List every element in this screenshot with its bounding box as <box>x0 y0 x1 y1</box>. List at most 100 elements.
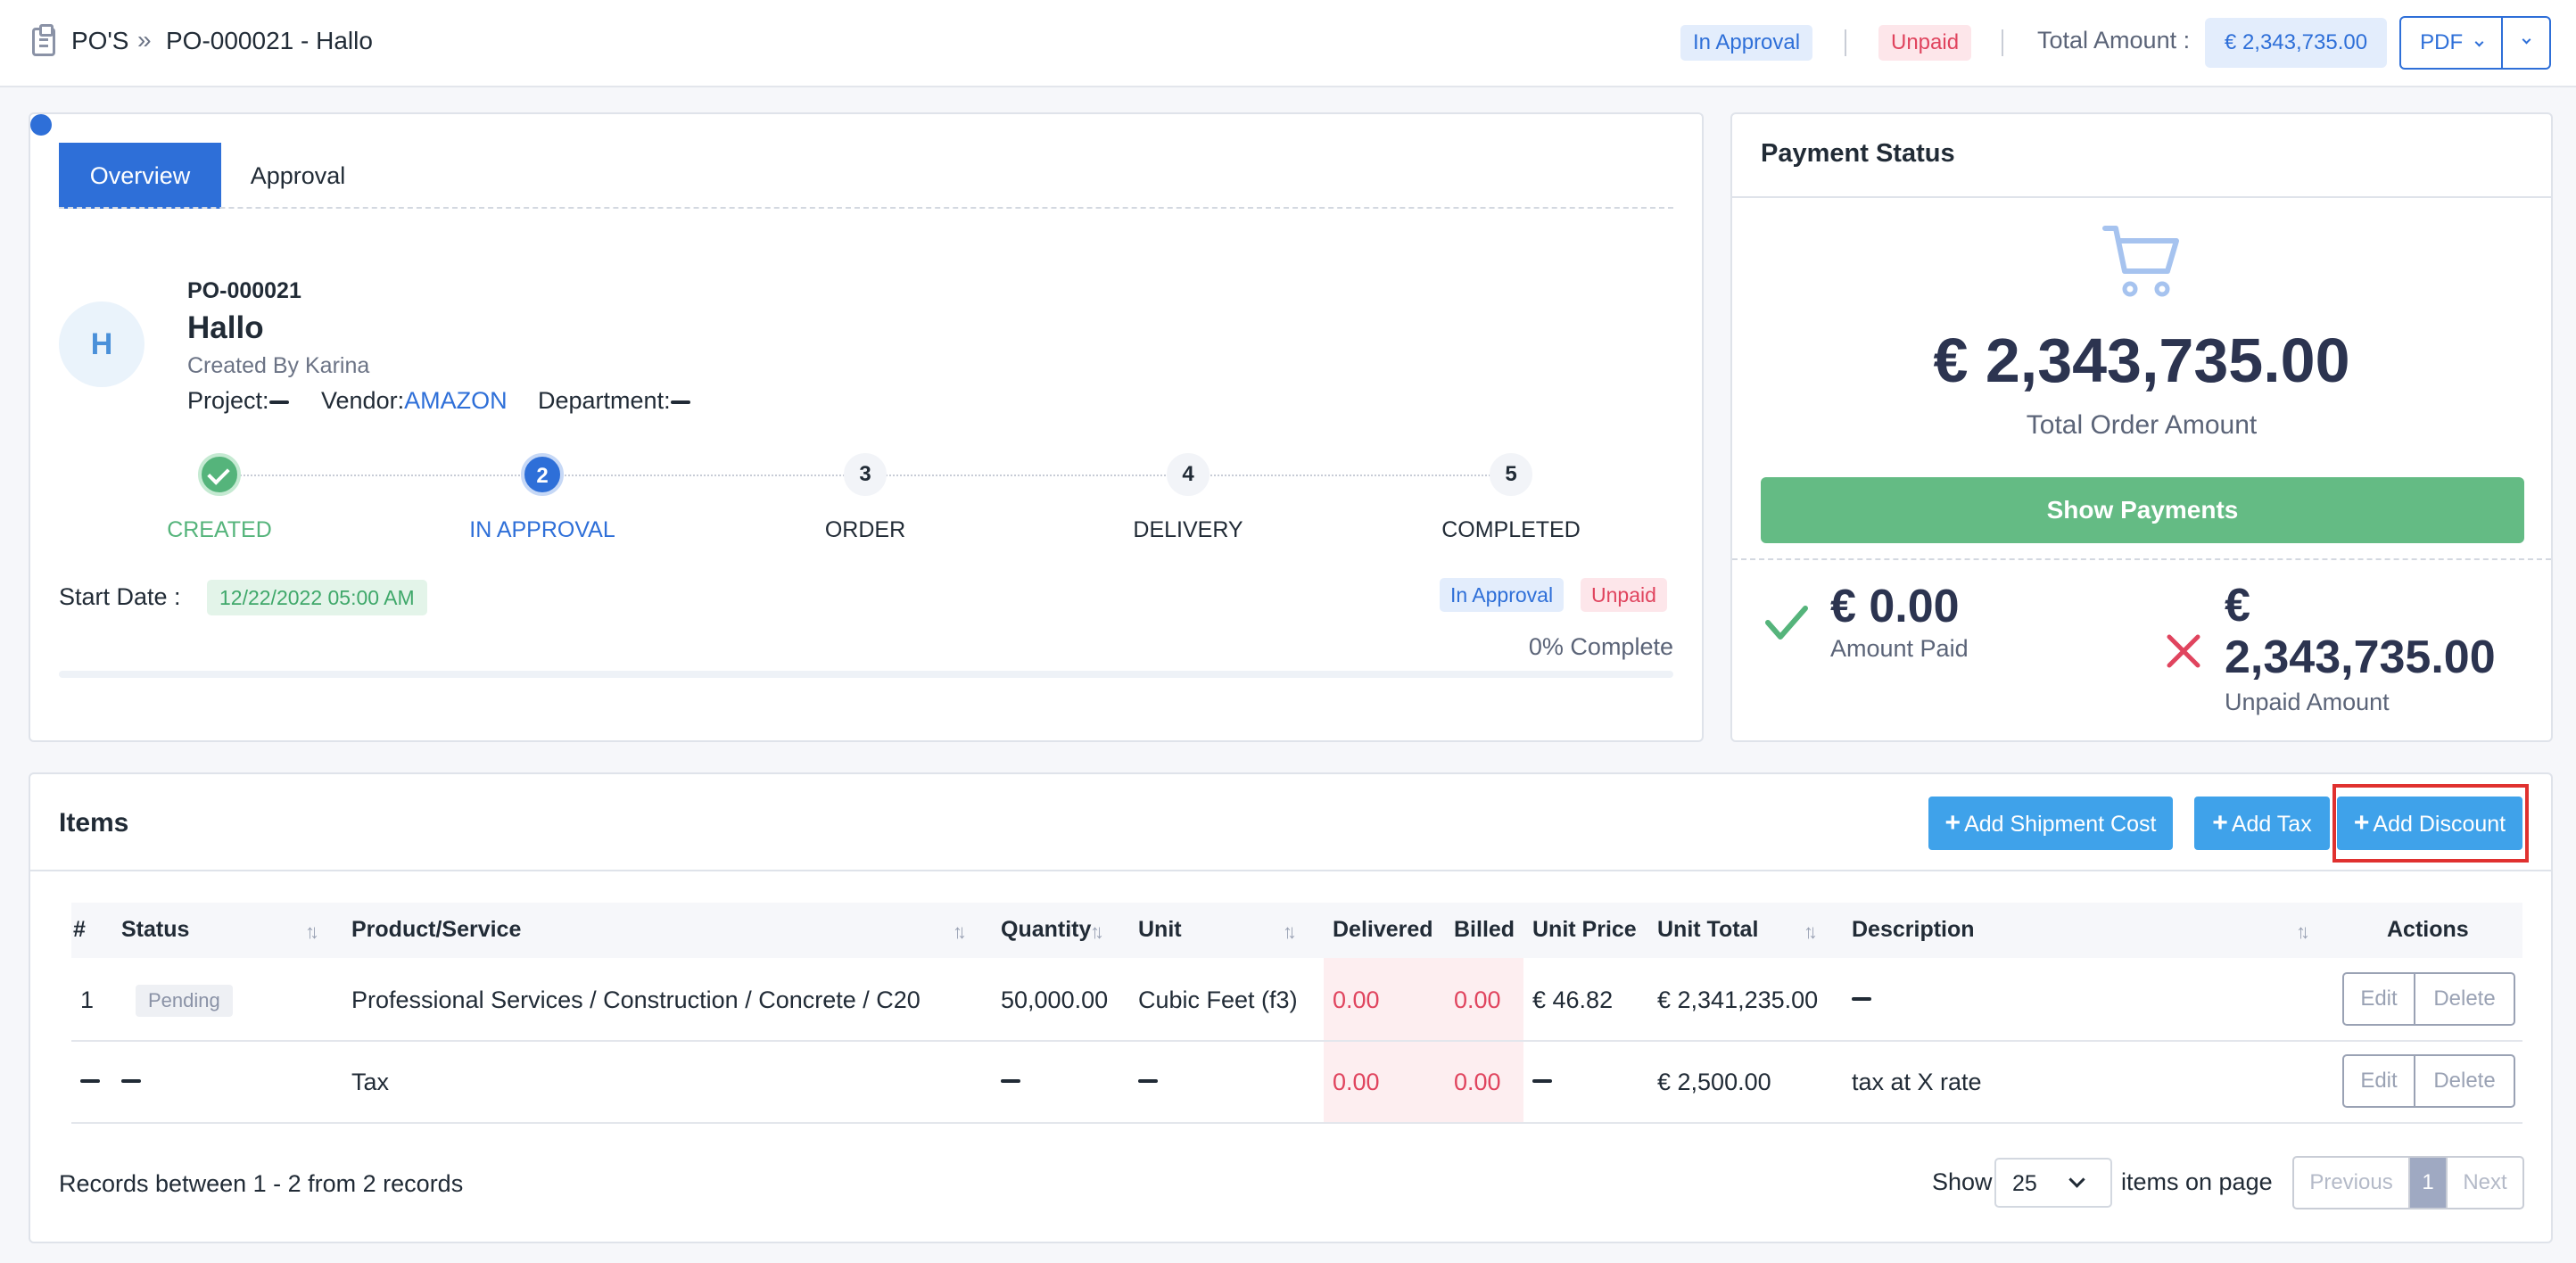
empty-dash <box>121 1079 141 1083</box>
header-status-badge: In Approval <box>1680 25 1813 61</box>
description-cell: tax at X rate <box>1852 1069 1982 1095</box>
sort-icon[interactable]: ↑↓ <box>1804 920 1818 944</box>
department-label: Department: <box>538 387 671 414</box>
row-divider <box>71 1040 2522 1042</box>
breadcrumb-current: PO-000021 - Hallo <box>166 27 373 54</box>
column-header-actions: Actions <box>2387 917 2469 942</box>
start-date-badge: 12/22/2022 05:00 AM <box>207 580 427 615</box>
header-divider <box>1845 29 1846 56</box>
page-size-select[interactable]: 25 <box>1994 1158 2112 1208</box>
payment-divider <box>1732 196 2551 198</box>
step-label-delivery: DELIVERY <box>1133 517 1243 542</box>
vendor-label: Vendor: <box>321 387 405 414</box>
column-header-product[interactable]: Product/Service <box>351 917 521 943</box>
step-label-created: CREATED <box>167 517 272 542</box>
unit-total-cell: € 2,341,235.00 <box>1657 986 1819 1013</box>
pdf-button-label: PDF <box>2420 30 2464 54</box>
delivered-cell: 0.00 <box>1333 1069 1380 1095</box>
add-shipment-cost-label: Add Shipment Cost <box>1964 812 2157 837</box>
sort-icon[interactable]: ↑↓ <box>1090 920 1104 944</box>
check-icon <box>1765 606 1808 640</box>
vendor-link[interactable]: AMAZON <box>404 387 508 414</box>
percent-complete: 0% Complete <box>1528 633 1673 660</box>
quantity-cell: 50,000.00 <box>1001 986 1109 1013</box>
progress-bar <box>59 671 1673 678</box>
status-badge: Pending <box>136 985 233 1017</box>
empty-dash <box>268 400 289 404</box>
pdf-dropdown-toggle[interactable] <box>2503 18 2549 68</box>
chevron-down-icon <box>2474 37 2484 47</box>
billed-cell: 0.00 <box>1454 986 1501 1013</box>
project-label: Project: <box>187 387 269 414</box>
chevron-down-icon <box>2068 1171 2085 1190</box>
po-vendor: Vendor:AMAZON <box>321 387 508 415</box>
items-on-page-label: items on page <box>2121 1168 2273 1195</box>
tab-overview[interactable]: Overview <box>59 143 221 209</box>
column-header-quantity[interactable]: Quantity <box>1001 917 1091 943</box>
sort-icon[interactable]: ↑↓ <box>953 920 967 944</box>
edit-button[interactable]: Edit <box>2342 972 2415 1026</box>
add-tax-button[interactable]: + Add Tax <box>2194 797 2330 850</box>
step-label-in-approval: IN APPROVAL <box>469 517 615 542</box>
pdf-button[interactable]: PDF <box>2401 18 2501 68</box>
column-header-status[interactable]: Status <box>121 917 189 943</box>
po-department: Department: <box>538 387 690 415</box>
column-header-unit[interactable]: Unit <box>1138 917 1182 943</box>
column-header-num[interactable]: # <box>73 917 86 943</box>
product-cell: Professional Services / Construction / C… <box>351 986 921 1013</box>
previous-page-button[interactable]: Previous <box>2294 1158 2410 1208</box>
step-completed: 5 <box>1490 453 1532 496</box>
column-header-unit-total[interactable]: Unit Total <box>1657 917 1758 943</box>
show-label: Show <box>1932 1168 1993 1195</box>
payment-title: Payment Status <box>1761 139 1955 168</box>
add-shipment-cost-button[interactable]: + Add Shipment Cost <box>1928 797 2173 850</box>
avatar: H <box>59 301 144 387</box>
show-payments-button[interactable]: Show Payments <box>1761 477 2524 543</box>
total-order-label: Total Order Amount <box>2026 410 2258 440</box>
empty-dash <box>1138 1079 1158 1083</box>
unit-cell: Cubic Feet (f3) <box>1138 986 1298 1013</box>
po-title: Hallo <box>187 310 264 345</box>
empty-dash <box>1001 1079 1020 1083</box>
breadcrumb-separator: » <box>137 26 152 54</box>
sort-icon[interactable]: ↑↓ <box>1283 920 1297 944</box>
indicator-dot <box>30 114 52 136</box>
unit-price-cell: € 46.82 <box>1532 986 1614 1013</box>
next-page-button[interactable]: Next <box>2446 1158 2522 1208</box>
column-header-unit-price: Unit Price <box>1532 917 1637 942</box>
sort-icon[interactable]: ↑↓ <box>305 920 319 944</box>
amount-paid-label: Amount Paid <box>1830 635 1969 662</box>
column-header-billed: Billed <box>1454 917 1515 942</box>
page-size-value: 25 <box>2012 1171 2037 1196</box>
header-divider <box>2002 29 2003 56</box>
pagination: Previous 1 Next <box>2292 1156 2524 1209</box>
amount-paid-value: € 0.00 <box>1830 581 1960 632</box>
plus-icon: + <box>2212 808 2228 838</box>
page-1-button[interactable]: 1 <box>2410 1158 2446 1208</box>
edit-button[interactable]: Edit <box>2342 1054 2415 1108</box>
items-title: Items <box>59 808 129 838</box>
step-label-order: ORDER <box>824 517 906 542</box>
start-date-label: Start Date : <box>59 583 181 610</box>
po-created-by: Created By Karina <box>187 353 370 378</box>
row-number: 1 <box>80 986 95 1013</box>
unpaid-amount-value: € 2,343,735.00 <box>2225 580 2496 683</box>
breadcrumb-root[interactable]: PO'S <box>71 27 128 55</box>
column-header-description[interactable]: Description <box>1852 917 1975 943</box>
unit-total-cell: € 2,500.00 <box>1657 1069 1771 1095</box>
step-in-approval: 2 <box>521 453 564 496</box>
total-amount-badge: € 2,343,735.00 <box>2205 18 2387 68</box>
cart-icon <box>2102 226 2179 297</box>
overview-status-badge: In Approval <box>1440 578 1565 612</box>
delete-button[interactable]: Delete <box>2415 972 2515 1026</box>
billed-cell: 0.00 <box>1454 1069 1501 1095</box>
tab-approval[interactable]: Approval <box>223 143 373 209</box>
step-label-completed: COMPLETED <box>1441 517 1581 542</box>
clipboard-icon <box>32 24 55 56</box>
step-order: 3 <box>844 453 887 496</box>
plus-icon: + <box>1944 808 1961 838</box>
delete-button[interactable]: Delete <box>2415 1054 2515 1108</box>
sort-icon[interactable]: ↑↓ <box>2296 920 2310 944</box>
po-project: Project: <box>187 387 289 415</box>
tab-underline <box>59 207 1673 209</box>
